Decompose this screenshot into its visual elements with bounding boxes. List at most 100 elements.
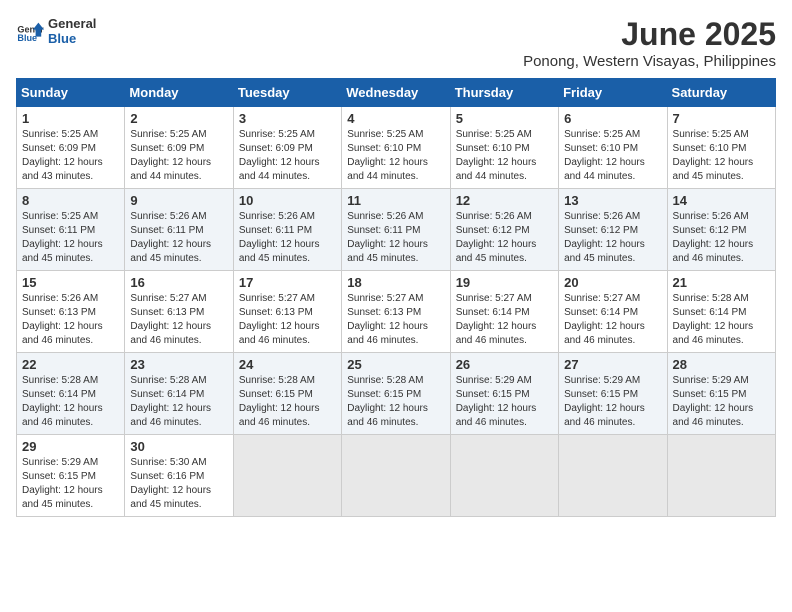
- day-info: Sunrise: 5:26 AMSunset: 6:12 PMDaylight:…: [456, 210, 553, 266]
- day-number: 3: [239, 111, 336, 126]
- calendar-day-22: 22Sunrise: 5:28 AMSunset: 6:14 PMDayligh…: [17, 353, 125, 435]
- day-info: Sunrise: 5:25 AMSunset: 6:09 PMDaylight:…: [22, 128, 119, 184]
- calendar-day-26: 26 Sunrise: 5:29 AMSunset: 6:15 PMDayligh…: [450, 353, 558, 435]
- calendar-day-2: 2 Sunrise: 5:25 AMSunset: 6:09 PMDaylight…: [125, 107, 233, 189]
- calendar-week-row: 29 Sunrise: 5:29 AMSunset: 6:15 PMDayligh…: [17, 435, 776, 517]
- calendar-day-13: 13Sunrise: 5:26 AMSunset: 6:12 PMDayligh…: [559, 189, 667, 271]
- day-number: 26: [456, 357, 553, 372]
- day-number: 8: [22, 193, 119, 208]
- calendar-day-30: 30Sunrise: 5:30 AMSunset: 6:16 PMDayligh…: [125, 435, 233, 517]
- calendar-day-8: 8 Sunrise: 5:25 AMSunset: 6:11 PMDaylight…: [17, 189, 125, 271]
- day-info: Sunrise: 5:27 AMSunset: 6:13 PMDaylight:…: [130, 292, 227, 348]
- calendar-week-row: 15Sunrise: 5:26 AMSunset: 6:13 PMDayligh…: [17, 271, 776, 353]
- day-info: Sunrise: 5:25 AMSunset: 6:11 PMDaylight:…: [22, 210, 119, 266]
- day-info: Sunrise: 5:25 AMSunset: 6:10 PMDaylight:…: [347, 128, 444, 184]
- day-number: 11: [347, 193, 444, 208]
- day-number: 28: [673, 357, 770, 372]
- logo-icon: General Blue: [16, 17, 44, 45]
- calendar-day-4: 4 Sunrise: 5:25 AMSunset: 6:10 PMDaylight…: [342, 107, 450, 189]
- day-number: 20: [564, 275, 661, 290]
- day-info: Sunrise: 5:27 AMSunset: 6:14 PMDaylight:…: [456, 292, 553, 348]
- calendar-day-5: 5 Sunrise: 5:25 AMSunset: 6:10 PMDaylight…: [450, 107, 558, 189]
- day-info: Sunrise: 5:29 AMSunset: 6:15 PMDaylight:…: [564, 374, 661, 430]
- day-info: Sunrise: 5:26 AMSunset: 6:11 PMDaylight:…: [347, 210, 444, 266]
- day-number: 5: [456, 111, 553, 126]
- calendar-day-6: 6 Sunrise: 5:25 AMSunset: 6:10 PMDaylight…: [559, 107, 667, 189]
- day-number: 19: [456, 275, 553, 290]
- weekday-header-friday: Friday: [559, 79, 667, 107]
- weekday-header-tuesday: Tuesday: [233, 79, 341, 107]
- day-info: Sunrise: 5:27 AMSunset: 6:14 PMDaylight:…: [564, 292, 661, 348]
- day-info: Sunrise: 5:29 AMSunset: 6:15 PMDaylight:…: [22, 456, 119, 512]
- day-info: Sunrise: 5:27 AMSunset: 6:13 PMDaylight:…: [347, 292, 444, 348]
- day-info: Sunrise: 5:25 AMSunset: 6:10 PMDaylight:…: [673, 128, 770, 184]
- calendar-day-9: 9 Sunrise: 5:26 AMSunset: 6:11 PMDaylight…: [125, 189, 233, 271]
- weekday-header-saturday: Saturday: [667, 79, 775, 107]
- calendar-day-16: 16 Sunrise: 5:27 AMSunset: 6:13 PMDayligh…: [125, 271, 233, 353]
- day-info: Sunrise: 5:28 AMSunset: 6:14 PMDaylight:…: [673, 292, 770, 348]
- day-number: 6: [564, 111, 661, 126]
- logo-blue: Blue: [48, 31, 96, 46]
- day-info: Sunrise: 5:25 AMSunset: 6:09 PMDaylight:…: [239, 128, 336, 184]
- day-info: Sunrise: 5:25 AMSunset: 6:09 PMDaylight:…: [130, 128, 227, 184]
- day-number: 16: [130, 275, 227, 290]
- calendar-table: SundayMondayTuesdayWednesdayThursdayFrid…: [16, 78, 776, 517]
- calendar-day-20: 20 Sunrise: 5:27 AMSunset: 6:14 PMDayligh…: [559, 271, 667, 353]
- calendar-empty-cell: [667, 435, 775, 517]
- day-info: Sunrise: 5:28 AMSunset: 6:14 PMDaylight:…: [130, 374, 227, 430]
- weekday-header-monday: Monday: [125, 79, 233, 107]
- day-info: Sunrise: 5:28 AMSunset: 6:15 PMDaylight:…: [239, 374, 336, 430]
- calendar-day-3: 3 Sunrise: 5:25 AMSunset: 6:09 PMDaylight…: [233, 107, 341, 189]
- day-number: 21: [673, 275, 770, 290]
- day-number: 2: [130, 111, 227, 126]
- day-number: 1: [22, 111, 119, 126]
- day-number: 29: [22, 439, 119, 454]
- day-info: Sunrise: 5:26 AMSunset: 6:11 PMDaylight:…: [239, 210, 336, 266]
- calendar-day-23: 23 Sunrise: 5:28 AMSunset: 6:14 PMDayligh…: [125, 353, 233, 435]
- calendar-empty-cell: [559, 435, 667, 517]
- day-info: Sunrise: 5:29 AMSunset: 6:15 PMDaylight:…: [456, 374, 553, 430]
- day-number: 27: [564, 357, 661, 372]
- day-number: 22: [22, 357, 119, 372]
- day-info: Sunrise: 5:26 AMSunset: 6:11 PMDaylight:…: [130, 210, 227, 266]
- calendar-week-row: 8 Sunrise: 5:25 AMSunset: 6:11 PMDaylight…: [17, 189, 776, 271]
- weekday-header-thursday: Thursday: [450, 79, 558, 107]
- day-number: 4: [347, 111, 444, 126]
- weekday-header-wednesday: Wednesday: [342, 79, 450, 107]
- day-info: Sunrise: 5:27 AMSunset: 6:13 PMDaylight:…: [239, 292, 336, 348]
- calendar-day-18: 18Sunrise: 5:27 AMSunset: 6:13 PMDayligh…: [342, 271, 450, 353]
- day-info: Sunrise: 5:25 AMSunset: 6:10 PMDaylight:…: [564, 128, 661, 184]
- calendar-day-10: 10Sunrise: 5:26 AMSunset: 6:11 PMDayligh…: [233, 189, 341, 271]
- calendar-week-row: 22 Sunrise: 5:28 AMSunset: 6:14 PMDayligh…: [17, 353, 776, 435]
- logo: General Blue General Blue: [16, 16, 96, 46]
- day-number: 7: [673, 111, 770, 126]
- calendar-day-25: 25Sunrise: 5:28 AMSunset: 6:15 PMDayligh…: [342, 353, 450, 435]
- day-number: 23: [130, 357, 227, 372]
- calendar-day-1: 1 Sunrise: 5:25 AMSunset: 6:09 PMDaylight…: [17, 107, 125, 189]
- day-number: 24: [239, 357, 336, 372]
- calendar-empty-cell: [450, 435, 558, 517]
- location-title: Ponong, Western Visayas, Philippines: [523, 53, 776, 70]
- calendar-day-14: 14 Sunrise: 5:26 AMSunset: 6:12 PMDayligh…: [667, 189, 775, 271]
- day-info: Sunrise: 5:25 AMSunset: 6:10 PMDaylight:…: [456, 128, 553, 184]
- day-info: Sunrise: 5:28 AMSunset: 6:15 PMDaylight:…: [347, 374, 444, 430]
- calendar-day-15: 15Sunrise: 5:26 AMSunset: 6:13 PMDayligh…: [17, 271, 125, 353]
- day-number: 17: [239, 275, 336, 290]
- day-number: 13: [564, 193, 661, 208]
- calendar-week-row: 1 Sunrise: 5:25 AMSunset: 6:09 PMDaylight…: [17, 107, 776, 189]
- day-info: Sunrise: 5:26 AMSunset: 6:13 PMDaylight:…: [22, 292, 119, 348]
- title-area: June 2025 Ponong, Western Visayas, Phili…: [523, 16, 776, 70]
- logo-general: General: [48, 16, 96, 31]
- calendar-day-12: 12Sunrise: 5:26 AMSunset: 6:12 PMDayligh…: [450, 189, 558, 271]
- weekday-header-sunday: Sunday: [17, 79, 125, 107]
- calendar-day-24: 24 Sunrise: 5:28 AMSunset: 6:15 PMDayligh…: [233, 353, 341, 435]
- calendar-day-11: 11 Sunrise: 5:26 AMSunset: 6:11 PMDayligh…: [342, 189, 450, 271]
- day-info: Sunrise: 5:26 AMSunset: 6:12 PMDaylight:…: [673, 210, 770, 266]
- calendar-empty-cell: [233, 435, 341, 517]
- day-number: 9: [130, 193, 227, 208]
- calendar-day-7: 7 Sunrise: 5:25 AMSunset: 6:10 PMDaylight…: [667, 107, 775, 189]
- weekday-header-row: SundayMondayTuesdayWednesdayThursdayFrid…: [17, 79, 776, 107]
- day-number: 14: [673, 193, 770, 208]
- month-title: June 2025: [523, 16, 776, 53]
- calendar-day-29: 29 Sunrise: 5:29 AMSunset: 6:15 PMDayligh…: [17, 435, 125, 517]
